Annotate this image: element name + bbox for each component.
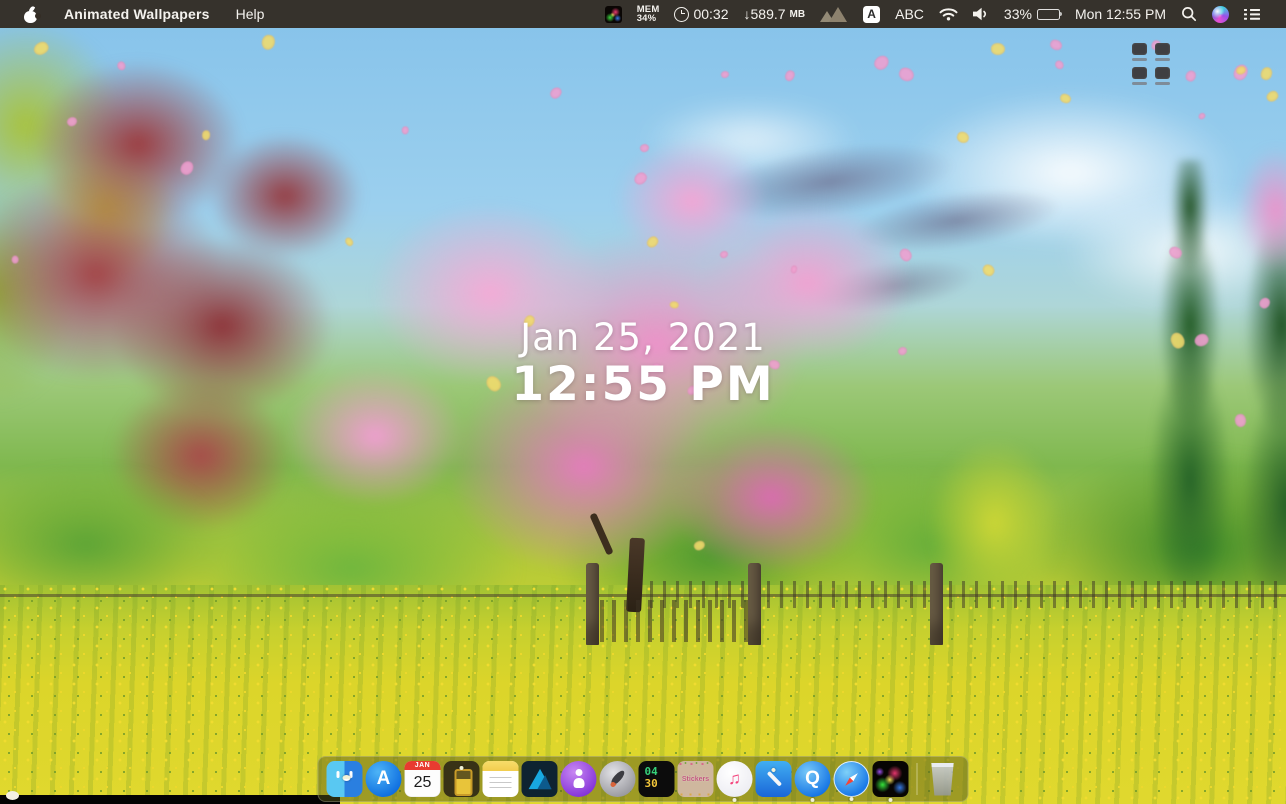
battery-status[interactable]: 33% [1004,6,1063,22]
maroon-tree [0,40,390,560]
white-petal [6,791,19,800]
stack-label-bar [1155,81,1170,85]
dock-item-calendar[interactable]: JAN 25 [404,761,441,797]
overlay-time: 12:55 PM [511,356,775,412]
wallpapers-status-icon[interactable] [604,5,622,23]
input-source-label[interactable]: ABC [895,6,924,22]
stack-label-bar [1132,57,1147,61]
network-download-status[interactable]: ↓589.7 MB [744,6,806,22]
cloud [640,100,860,180]
stack-label-bar [1132,81,1147,85]
fence-post [586,563,599,645]
wallpaper: Jan 25, 2021 12:55 PM [0,0,1286,804]
dock-item-trash[interactable] [931,762,954,796]
pine-tree [1216,190,1286,640]
dock-item-animated-wallpapers[interactable] [872,761,909,802]
stack-square [1132,67,1147,79]
music-note-icon: ♫ [728,769,741,788]
menu-app-name[interactable]: Animated Wallpapers [64,6,210,22]
dock-item-quicktime[interactable]: Q [794,761,831,802]
fence-post [748,563,761,645]
search-icon[interactable] [1181,6,1197,22]
menu-clock[interactable]: Mon 12:55 PM [1075,6,1166,22]
green-treeline [0,400,1286,640]
memory-status[interactable]: MEM 34% [637,4,660,24]
cloud [900,90,1240,240]
calendar-month: JAN [404,761,441,770]
siri-icon[interactable] [1212,5,1229,23]
gate [600,600,748,642]
wifi-icon[interactable] [939,7,958,21]
fence-post [930,563,943,645]
menu-help[interactable]: Help [236,6,265,22]
stack-label-bar [1155,57,1170,61]
wallpaper-clock-overlay: Jan 25, 2021 12:55 PM [0,316,1286,412]
letterbox-strip [0,795,340,804]
dock-item-countdown[interactable]: 04 30 [638,761,675,797]
desktop-stacks-icon[interactable] [1132,43,1170,85]
dock-item-music[interactable]: ♫ [716,761,753,802]
timer-icon [674,6,690,22]
fence-pickets [650,581,1286,608]
dock-item-stickers[interactable]: Stickers [677,761,714,797]
dock-item-app-store[interactable]: A [365,761,402,797]
battery-icon [1036,8,1063,20]
tree-branch [589,512,614,556]
dock-item-podcasts[interactable] [560,761,597,797]
notification-list-icon[interactable] [1244,8,1260,20]
volume-icon[interactable] [972,7,989,21]
dock: A JAN 25 04 30 Stickers ♫ Q [317,756,969,802]
cloud [1060,190,1286,310]
dock-item-safari[interactable] [833,761,870,801]
overlay-date: Jan 25, 2021 [520,316,766,359]
stack-square [1155,67,1170,79]
tree-trunk [626,537,645,613]
calendar-day: 25 [413,774,432,791]
stack-square [1132,43,1147,55]
countdown-top: 04 [644,765,658,778]
stack-square [1155,43,1170,55]
menu-bar: Animated Wallpapers Help MEM 34% 00:32 ↓… [0,0,1286,28]
bright-bush [880,380,1110,640]
dock-item-rocket[interactable] [599,761,636,797]
dock-item-xcode[interactable] [755,761,792,797]
dock-item-battery[interactable] [443,761,480,797]
fence [0,594,1286,597]
dock-item-notes[interactable] [482,761,519,797]
apple-menu-icon[interactable] [24,4,41,23]
timer-status[interactable]: 00:32 [674,6,729,22]
dock-separator [916,763,918,795]
stickers-label: Stickers [681,775,710,783]
input-source-badge[interactable]: A [863,5,881,23]
mountain-status-icon[interactable] [820,6,848,22]
dock-item-finder[interactable] [326,761,363,797]
dock-item-affinity-designer[interactable] [521,761,558,797]
blossom-patch [1210,120,1286,300]
countdown-bottom: 30 [644,776,658,790]
